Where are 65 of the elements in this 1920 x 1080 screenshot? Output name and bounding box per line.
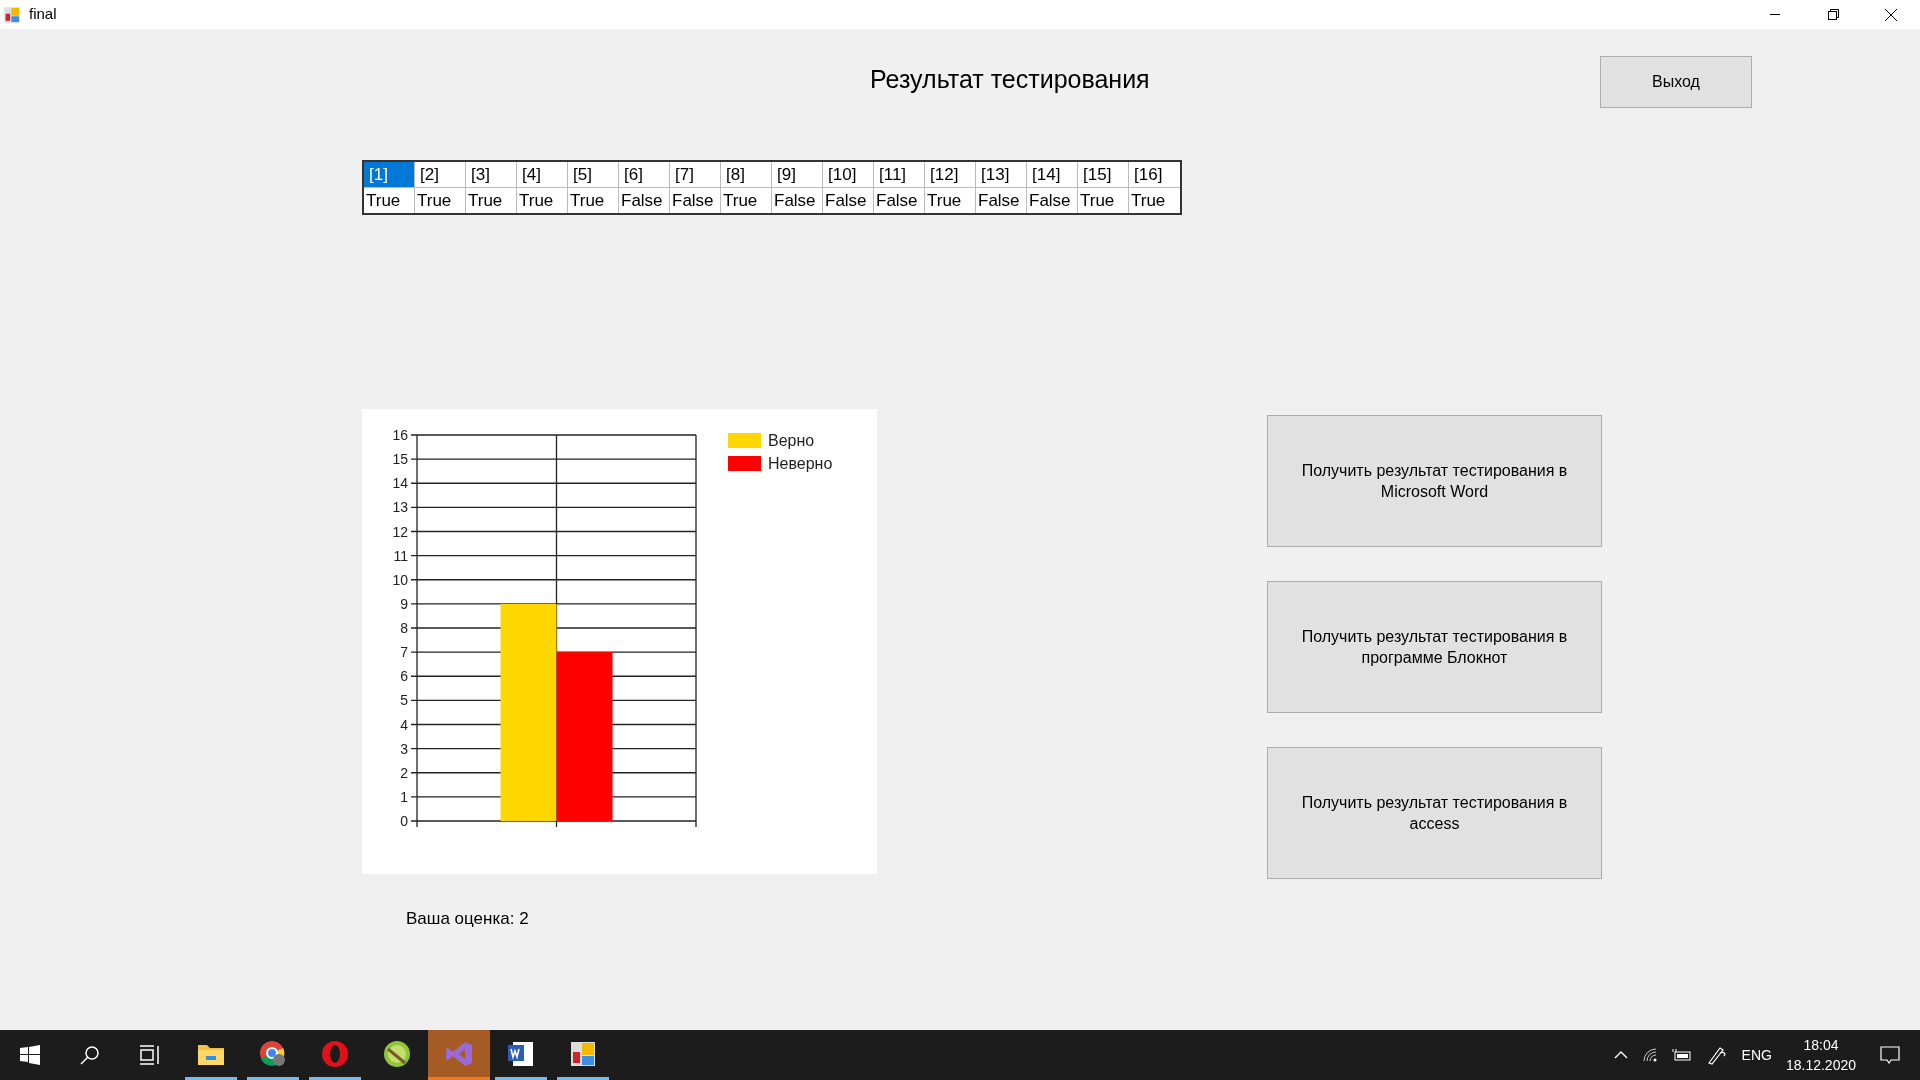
axis-tick-label: 12	[392, 523, 408, 540]
table-cell-text: False	[1028, 190, 1072, 212]
table-cell-text: False	[977, 190, 1021, 212]
axis-tick-label: 6	[400, 668, 408, 685]
table-cell-text: True	[518, 190, 555, 212]
table-cell-text: False	[671, 190, 715, 212]
close-icon	[1885, 8, 1897, 21]
app-icon	[569, 1039, 597, 1068]
notification-icon	[1880, 1045, 1900, 1065]
table-cell-text: True	[569, 190, 606, 212]
legend-swatch	[728, 433, 761, 448]
minimize-icon	[1770, 14, 1780, 15]
window-title: final	[29, 4, 57, 25]
app-icon	[3, 5, 21, 24]
column-header[interactable]: [1]	[364, 162, 414, 188]
table-cell-text: True	[467, 190, 504, 212]
table-cell-text: True	[1079, 190, 1116, 212]
battery-icon	[1671, 1048, 1692, 1062]
opera-icon	[321, 1039, 349, 1068]
export-button[interactable]: Получить результат тестирования в access	[1267, 747, 1602, 879]
table-cell-text: True	[722, 190, 759, 212]
axis-tick-label: 16	[392, 427, 408, 443]
browser-icon	[259, 1039, 287, 1068]
legend-label: Неверно	[768, 455, 833, 472]
axis-tick-label: 7	[400, 644, 408, 661]
legend-swatch	[728, 456, 761, 471]
restore-icon	[1827, 9, 1839, 20]
table-cell-text: False	[620, 190, 664, 212]
search-icon	[80, 1045, 100, 1065]
page-heading: Результат тестирования	[870, 64, 1150, 95]
exit-button[interactable]: Выход	[1600, 56, 1752, 108]
studio-icon	[445, 1039, 473, 1068]
axis-tick-label: 1	[400, 788, 408, 805]
export-button[interactable]: Получить результат тестирования в программе Блокнот	[1267, 581, 1602, 713]
windows-logo-icon	[20, 1045, 40, 1065]
axis-tick-label: 8	[400, 620, 408, 636]
axis-tick-label: 15	[392, 451, 408, 468]
chevron-up-icon	[1613, 1051, 1628, 1059]
axis-tick-label: 14	[392, 475, 408, 492]
language-indicator[interactable]: ENG	[1741, 1044, 1772, 1066]
table-cell-text: False	[773, 190, 817, 212]
table-cell-text: True	[416, 190, 453, 212]
score-label: Ваша оценка: 2	[406, 908, 530, 930]
wifi-icon	[1641, 1047, 1658, 1063]
lime-icon	[383, 1039, 411, 1068]
axis-tick-label: 5	[400, 692, 408, 709]
table-cell-text: True	[365, 190, 402, 212]
axis-tick-label: 13	[392, 499, 408, 516]
axis-tick-label: 10	[392, 571, 408, 588]
pen-icon	[1705, 1045, 1728, 1065]
axis-tick-label: 9	[400, 595, 408, 612]
clock[interactable]: 18:04 18.12.2020	[1785, 1035, 1856, 1075]
export-button[interactable]: Получить результат тестирования в Microsoft Word	[1267, 415, 1602, 547]
legend-label: Верно	[768, 432, 815, 449]
task-view-icon	[139, 1045, 161, 1065]
axis-tick-label: 2	[400, 764, 408, 781]
table-cell-text: True	[926, 190, 963, 212]
table-cell-text: False	[824, 190, 868, 212]
word-icon	[507, 1039, 535, 1068]
table-cell-text: False	[875, 190, 919, 212]
axis-tick-label: 11	[393, 547, 408, 564]
axis-tick-label: 4	[400, 716, 408, 733]
table-cell-text: True	[1130, 190, 1167, 212]
axis-tick-label: 0	[400, 813, 408, 829]
axis-tick-label: 3	[400, 740, 408, 757]
